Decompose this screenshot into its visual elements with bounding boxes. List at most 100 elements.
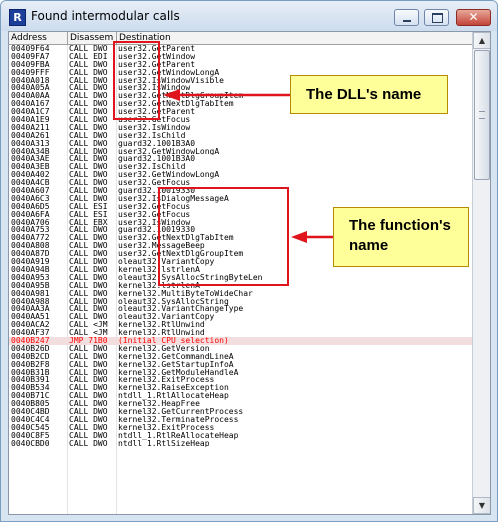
cell-address: 0040A05A (11, 84, 50, 93)
table-row[interactable]: 0040B71C CALL DWO ntdll_1.RtlAllocateHeap (9, 392, 472, 400)
app-icon: R (9, 9, 26, 26)
table-row[interactable]: 0040ACA2 CALL <JM kernel32.RtlUnwind (9, 321, 472, 329)
column-header-destination[interactable]: Destination (117, 32, 472, 44)
table-row[interactable]: 0040C4BD CALL DWO kernel32.GetCurrentProce… (9, 408, 472, 416)
window-title: Found intermodular calls (31, 9, 180, 23)
cell-disassembly: CALL DWO (69, 242, 108, 251)
cell-destination: kernel32.GetCurrentProcess (118, 407, 244, 416)
cell-address: 0040B31B (11, 368, 50, 377)
function-callout-line-2: name (349, 237, 389, 254)
table-row[interactable]: 0040B26D CALL DWO kernel32.GetVersion (9, 345, 472, 353)
cell-address: 00409FA7 (11, 52, 50, 61)
cell-address: 0040A018 (11, 76, 50, 85)
cell-address: 0040B2CD (11, 352, 50, 361)
close-icon: ✕ (468, 10, 479, 24)
table-row[interactable]: 0040A988 CALL DWO oleaut32.SysAllocString (9, 298, 472, 306)
table-row[interactable]: 0040A1E9 CALL DWO user32.GetFocus (9, 116, 472, 124)
cell-disassembly: CALL DWO (69, 250, 108, 259)
table-row[interactable]: 00409FA7 CALL EDI user32.GetWindow (9, 53, 472, 61)
table-row[interactable]: 0040C545 CALL DWO kernel32.ExitProcess (9, 424, 472, 432)
cell-address: 0040A167 (11, 100, 50, 109)
title-bar[interactable]: R Found intermodular calls ✕ (1, 1, 497, 31)
cell-disassembly: CALL DWO (69, 407, 108, 416)
cell-disassembly: CALL EBX (69, 218, 108, 227)
cell-destination: guard32.1001B3A0 (118, 155, 196, 164)
cell-disassembly: CALL DWO (69, 376, 108, 385)
cell-destination: user32.GetWindowLongA (118, 171, 220, 180)
scrollbar-thumb[interactable] (474, 50, 490, 180)
scroll-down-arrow-icon[interactable]: ▼ (473, 497, 490, 514)
table-row[interactable]: 0040B2F8 CALL DWO kernel32.GetStartupInfoA (9, 361, 472, 369)
cell-address: 00409F64 (11, 45, 50, 53)
column-header-disassembly[interactable]: Disassem (68, 32, 117, 44)
table-row[interactable]: 0040B31B CALL DWO kernel32.GetModuleHandle… (9, 369, 472, 377)
table-row[interactable]: 0040C4C4 CALL DWO kernel32.TerminateProces… (9, 416, 472, 424)
table-row[interactable]: 0040A3AE CALL DWO guard32.1001B3A0 (9, 155, 472, 163)
column-header: Address Disassem Destination (9, 32, 472, 45)
function-callout-line-1: The function's (349, 217, 451, 234)
cell-address: 0040A34B (11, 147, 50, 156)
table-row[interactable]: 0040A211 CALL DWO user32.IsWindow (9, 124, 472, 132)
cell-destination: kernel32.RtlUnwind (118, 329, 205, 337)
cell-address: 00409FFF (11, 68, 50, 77)
cell-disassembly: CALL DWO (69, 84, 108, 93)
table-row[interactable]: 0040AA3A CALL DWO oleaut32.VariantChangeTy… (9, 305, 472, 313)
cell-destination: oleaut32.VariantChangeType (118, 305, 244, 314)
cell-destination: user32.GetParent (118, 60, 196, 69)
cell-address: 0040A313 (11, 139, 50, 148)
cell-disassembly: CALL DWO (69, 187, 108, 195)
cell-disassembly: CALL DWO (69, 400, 108, 408)
table-row[interactable]: 0040C8F5 CALL DWO ntdll_1.RtlReAllocateHea… (9, 432, 472, 440)
cell-destination: kernel32.ExitProcess (118, 423, 215, 432)
cell-address: 0040B247 (11, 336, 50, 345)
cell-destination: kernel32.RaiseException (118, 384, 229, 393)
vertical-scrollbar[interactable]: ▲ ▼ (472, 32, 490, 514)
table-row[interactable]: 0040B2CD CALL DWO kernel32.GetCommandLineA (9, 353, 472, 361)
cell-address: 0040B805 (11, 400, 50, 408)
cell-address: 0040CBD0 (11, 439, 50, 448)
cell-disassembly: CALL DWO (69, 131, 108, 140)
column-header-address[interactable]: Address (9, 32, 68, 44)
scroll-up-arrow-icon[interactable]: ▲ (473, 32, 490, 49)
cell-address: 0040A3AE (11, 155, 50, 164)
cell-disassembly: CALL DWO (69, 100, 108, 109)
table-row[interactable]: 0040B534 CALL DWO kernel32.RaiseException (9, 384, 472, 392)
table-row[interactable]: 0040A313 CALL DWO guard32.1001B3A0 (9, 140, 472, 148)
cell-address: 0040B534 (11, 384, 50, 393)
cell-disassembly: CALL DWO (69, 281, 108, 290)
table-row[interactable]: 0040A981 CALL DWO kernel32.MultiByteToWide… (9, 290, 472, 298)
maximize-button[interactable] (424, 9, 449, 26)
cell-destination: kernel32.TerminateProcess (118, 415, 239, 424)
table-row[interactable]: 0040AF37 CALL <JM kernel32.RtlUnwind (9, 329, 472, 337)
table-row[interactable]: 0040A261 CALL DWO user32.IsChild (9, 132, 472, 140)
cell-destination: user32.GetFocus (118, 179, 191, 188)
table-row[interactable]: 0040A3EB CALL DWO user32.IsChild (9, 163, 472, 171)
cell-address: 0040A988 (11, 297, 50, 306)
cell-destination: kernel32.MultiByteToWideChar (118, 289, 253, 298)
cell-destination: kernel32.ExitProcess (118, 376, 215, 385)
table-row[interactable]: 0040CBD0 CALL DWO ntdll_1.RtlSizeHeap (9, 440, 472, 448)
function-name-highlight-box (158, 187, 289, 286)
table-row[interactable]: 0040B805 CALL DWO kernel32.HeapFree (9, 400, 472, 408)
table-row[interactable]: 0040A34B CALL DWO user32.GetWindowLongA (9, 148, 472, 156)
table-row-selected[interactable]: 0040B247 JMP 71B0 (Initial CPU selection) (9, 336, 472, 345)
cell-address: 0040B391 (11, 376, 50, 385)
table-row[interactable]: 00409F64 CALL DWO user32.GetParent (9, 45, 472, 53)
table-row[interactable]: 0040B391 CALL DWO kernel32.ExitProcess (9, 376, 472, 384)
cell-disassembly: CALL DWO (69, 392, 108, 401)
cell-destination: (Initial CPU selection) (118, 336, 229, 345)
cell-disassembly: CALL DWO (69, 313, 108, 322)
function-name-callout: The function's name (333, 207, 469, 267)
minimize-icon (403, 20, 411, 22)
close-button[interactable]: ✕ (456, 9, 491, 26)
cell-disassembly: CALL DWO (69, 344, 108, 353)
cell-disassembly: CALL ESI (69, 210, 108, 219)
dll-name-callout: The DLL's name (290, 75, 448, 114)
cell-disassembly: CALL DWO (69, 368, 108, 377)
table-row[interactable]: 0040AA51 CALL DWO oleaut32.VariantCopy (9, 313, 472, 321)
table-row[interactable]: 00409FBA CALL DWO user32.GetParent (9, 61, 472, 69)
cell-address: 0040A753 (11, 226, 50, 235)
table-row[interactable]: 0040A4CB CALL DWO user32.GetFocus (9, 179, 472, 187)
minimize-button[interactable] (394, 9, 419, 26)
table-row[interactable]: 0040A402 CALL DWO user32.GetWindowLongA (9, 171, 472, 179)
